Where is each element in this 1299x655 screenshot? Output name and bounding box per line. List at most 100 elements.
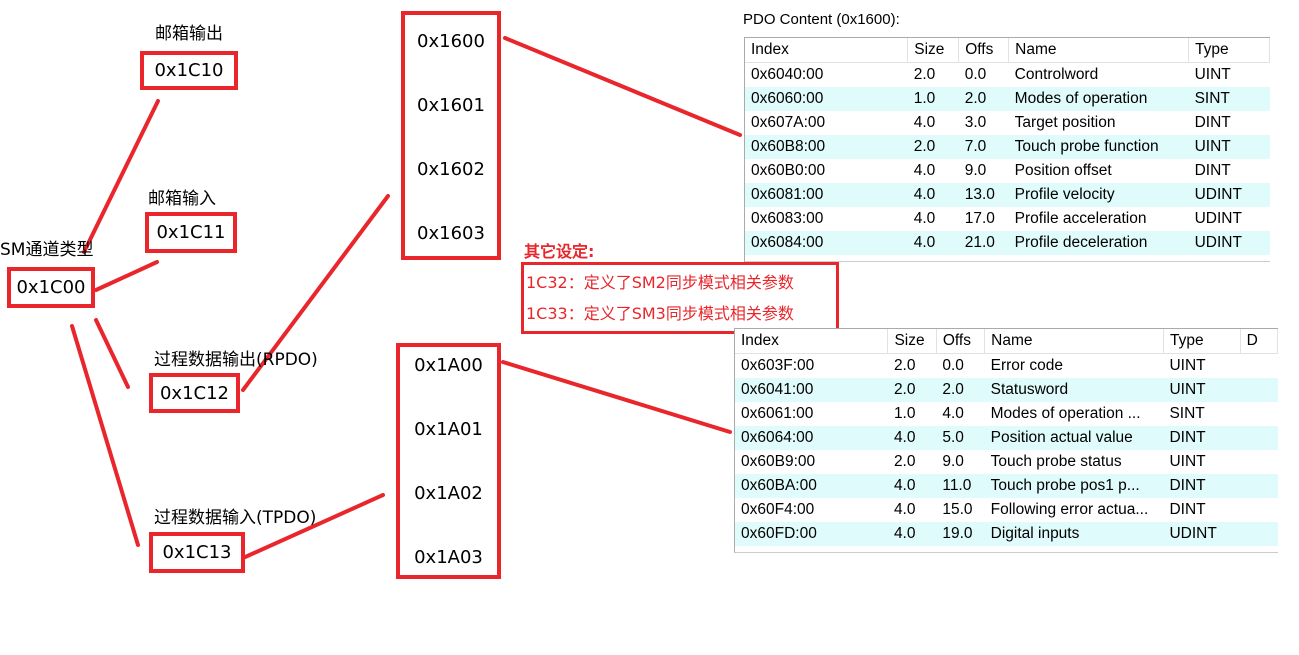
table-cell: SINT [1188, 87, 1270, 111]
table-row[interactable]: 0x60B0:00 4.0 9.0 Position offset DINT [745, 159, 1270, 183]
table-cell: UINT [1169, 357, 1206, 374]
table-cell: Profile acceleration [1014, 210, 1147, 227]
table-cell: Position actual value [984, 426, 1164, 450]
table-cell: 4.0 [913, 210, 936, 227]
sm-label-mailbox-out: 邮箱输出 [155, 24, 223, 44]
table-row[interactable]: 0x607A:00 4.0 3.0 Target position DINT [745, 111, 1270, 135]
table-cell: 0x60B0:00 [751, 162, 826, 179]
table-cell: Touch probe function [1008, 135, 1189, 159]
table-cell: Target position [1014, 114, 1116, 131]
tpdo-entry: 0x1A02 [414, 483, 483, 504]
table-cell: 4.0 [913, 162, 936, 179]
table-cell: 2.0 [887, 378, 937, 402]
sm-box-1c11-text: 0x1C11 [156, 222, 226, 243]
table-row[interactable]: 0x6081:00 4.0 13.0 Profile velocity UDINT [745, 183, 1270, 207]
table-row[interactable]: 0x60FD:00 4.0 19.0 Digital inputs UDINT [735, 522, 1278, 546]
table-cell: 0x6041:00 [735, 378, 888, 402]
rpdo-table-title: PDO Content (0x1600): [743, 11, 900, 28]
table-row[interactable]: 0x60BA:00 4.0 11.0 Touch probe pos1 p... DIN… [735, 474, 1278, 498]
column-header-d[interactable]: D [1240, 329, 1278, 354]
table-cell: UDINT [1163, 522, 1241, 546]
column-header-index[interactable]: Index [735, 329, 889, 354]
sm-box-1c12: 0x1C12 [149, 373, 240, 413]
table-cell: UINT [1188, 135, 1270, 159]
table-cell: 2.0 [907, 135, 959, 159]
table-cell: 4.0 [907, 183, 959, 207]
table-row[interactable]: 0x6040:00 2.0 0.0 Controlword UINT [745, 63, 1270, 88]
column-header-name[interactable]: Name [1008, 38, 1190, 63]
table-cell: UDINT [1194, 210, 1242, 227]
table-cell: 0x60B9:00 [741, 453, 816, 470]
column-header-offs[interactable]: Offs [958, 38, 1010, 63]
table-cell [1240, 522, 1278, 546]
tpdo-entry: 0x1A03 [414, 547, 483, 568]
table-cell: 1.0 [893, 405, 916, 422]
sm-label-mailbox-in: 邮箱输入 [148, 189, 216, 209]
tpdo-entry: 0x1A01 [414, 419, 483, 440]
table-row[interactable]: 0x603F:00 2.0 0.0 Error code UINT [735, 354, 1278, 379]
table-cell: 15.0 [942, 501, 973, 518]
table-cell: Touch probe status [990, 453, 1122, 470]
table-cell: 4.0 [893, 501, 916, 518]
table-cell: 2.0 [913, 66, 936, 83]
tpdo-entry: 0x1A00 [414, 355, 483, 376]
table-row[interactable]: 0x6083:00 4.0 17.0 Profile acceleration UDIN… [745, 207, 1270, 231]
column-header-size[interactable]: Size [887, 329, 937, 354]
table-row[interactable]: 0x6061:00 1.0 4.0 Modes of operation ... SIN… [735, 402, 1278, 426]
sm-box-1c13-text: 0x1C13 [162, 542, 232, 563]
table-cell: 4.0 [942, 405, 964, 422]
column-header-name[interactable]: Name [984, 329, 1164, 354]
table-cell: Profile deceleration [1008, 231, 1189, 255]
table-cell: 7.0 [958, 135, 1009, 159]
rpdo-table-grid: Index Size Offs Name Type 0x6040:00 2.0 0.0 Con… [745, 38, 1270, 255]
table-cell: SINT [1169, 405, 1205, 422]
table-cell: Profile velocity [1008, 183, 1189, 207]
column-header-type[interactable]: Type [1163, 329, 1241, 354]
table-cell: 4.0 [907, 231, 959, 255]
table-cell: 0x607A:00 [751, 114, 826, 131]
sm-box-1c10: 0x1C10 [140, 51, 238, 90]
tpdo-table: Index Size Offs Name Type D 0x603F:00 2.0 0.0 Er… [734, 328, 1278, 553]
line-1600-table [503, 36, 742, 137]
table-cell: 2.0 [958, 87, 1009, 111]
table-row[interactable]: 0x6064:00 4.0 5.0 Position actual value DINT [735, 426, 1278, 450]
table-cell [1240, 354, 1277, 379]
table-cell: Controlword [1014, 66, 1099, 83]
column-header-type[interactable]: Type [1188, 38, 1270, 63]
table-row[interactable]: 0x6041:00 2.0 2.0 Statusword UINT [735, 378, 1278, 402]
table-row[interactable]: 0x60F4:00 4.0 15.0 Following error actua...… [735, 498, 1278, 522]
table-cell: 0x603F:00 [741, 357, 815, 374]
table-cell: UINT [1163, 378, 1241, 402]
table-row[interactable]: 0x6060:00 1.0 2.0 Modes of operation SINT [745, 87, 1270, 111]
table-row[interactable]: 0x6084:00 4.0 21.0 Profile deceleration UDIN… [745, 231, 1270, 255]
tpdo-mapping-column: 0x1A00 0x1A01 0x1A02 0x1A03 [396, 343, 501, 579]
table-cell: 4.0 [913, 114, 936, 131]
column-header-offs[interactable]: Offs [936, 329, 986, 354]
rpdo-entry: 0x1601 [417, 95, 485, 116]
table-cell: 9.0 [964, 162, 987, 179]
table-cell: UDINT [1188, 231, 1270, 255]
table-cell: DINT [1194, 162, 1231, 179]
table-cell: Following error actua... [990, 501, 1149, 518]
table-cell: 0x60B8:00 [745, 135, 908, 159]
table-row[interactable]: 0x60B8:00 2.0 7.0 Touch probe function UINT [745, 135, 1270, 159]
tpdo-table-grid: Index Size Offs Name Type D 0x603F:00 2.0 0.0 Er… [735, 329, 1278, 546]
sm-box-1c11: 0x1C11 [145, 212, 237, 253]
line-1a00-table [501, 360, 732, 434]
table-cell: Position offset [1014, 162, 1112, 179]
other-settings-line: 1C33：定义了SM3同步模式相关参数 [526, 304, 794, 323]
table-cell: UINT [1194, 66, 1231, 83]
sm-type-box-text: 0x1C00 [16, 277, 86, 298]
column-header-size[interactable]: Size [907, 38, 960, 63]
table-cell: 2.0 [893, 357, 916, 374]
table-cell: 4.0 [887, 474, 937, 498]
table-cell: DINT [1163, 426, 1241, 450]
table-cell: 21.0 [958, 231, 1009, 255]
table-cell: 0x6083:00 [751, 210, 824, 227]
other-settings-title: 其它设定: [524, 242, 595, 261]
column-header-index[interactable]: Index [745, 38, 909, 63]
table-cell: 1.0 [907, 87, 959, 111]
table-row[interactable]: 0x60B9:00 2.0 9.0 Touch probe status UINT [735, 450, 1278, 474]
table-cell: 3.0 [964, 114, 987, 131]
table-cell: 9.0 [942, 453, 964, 470]
